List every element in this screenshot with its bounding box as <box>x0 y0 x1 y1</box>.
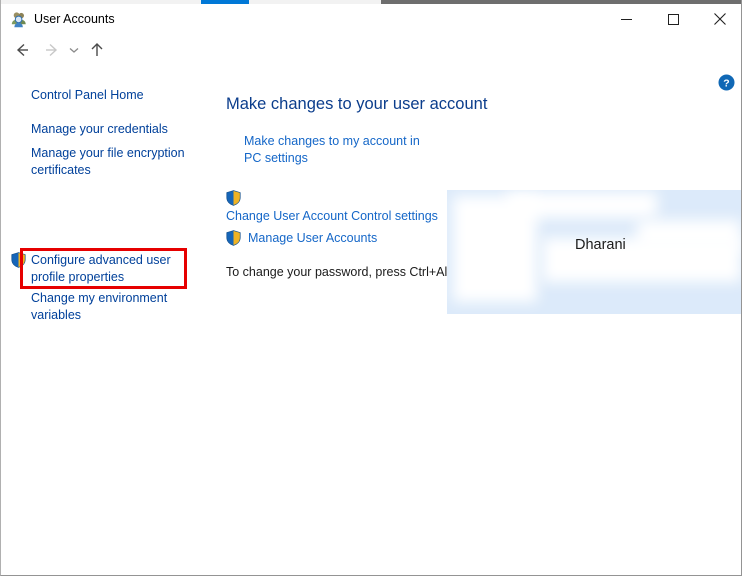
uac-shield-icon <box>226 190 241 206</box>
account-user-name: Dharani <box>575 237 626 253</box>
minimize-button[interactable] <box>603 4 649 34</box>
content-area: ? Control Panel Home Manage your credent… <box>2 67 742 575</box>
page-title: Make changes to your user account <box>226 95 487 114</box>
back-button[interactable] <box>9 36 35 64</box>
link-manage-user-accounts[interactable]: Manage User Accounts <box>248 231 377 245</box>
forward-button[interactable] <box>39 36 65 64</box>
sidebar-item-change-environment-variables[interactable]: Change my environment variables <box>31 290 191 324</box>
redaction-patch-wide <box>543 238 741 282</box>
forward-arrow-icon <box>43 41 61 59</box>
sidebar-item-control-panel-home[interactable]: Control Panel Home <box>31 87 191 104</box>
sidebar-item-configure-advanced-user-profile-properties[interactable]: Configure advanced user profile properti… <box>31 252 183 286</box>
up-arrow-icon <box>88 41 106 59</box>
up-button[interactable] <box>84 36 110 64</box>
link-make-changes-in-pc-settings[interactable]: Make changes to my account in PC setting… <box>244 133 430 167</box>
recent-locations-button[interactable] <box>64 36 84 64</box>
maximize-icon <box>668 14 679 25</box>
window-title: User Accounts <box>34 10 115 28</box>
title-bar[interactable]: User Accounts <box>1 4 742 33</box>
user-accounts-window: User Accounts <box>0 0 742 576</box>
recent-locations-chevron-icon <box>68 44 80 56</box>
back-arrow-icon <box>13 41 31 59</box>
sidebar: Control Panel Home Manage your credentia… <box>2 67 212 575</box>
uac-shield-icon <box>226 230 241 246</box>
navigation-bar: › Control Panel › All Control Panel Item… <box>1 33 742 67</box>
uac-shield-icon <box>11 252 26 268</box>
sidebar-item-file-encryption-certificates[interactable]: Manage your file encryption certificates <box>31 145 191 179</box>
sidebar-item-manage-credentials[interactable]: Manage your credentials <box>31 121 191 138</box>
redaction-patch-top <box>507 192 657 218</box>
close-button[interactable] <box>697 4 742 34</box>
link-change-user-account-control-settings[interactable]: Change User Account Control settings <box>226 209 438 223</box>
user-accounts-icon <box>11 11 28 28</box>
close-icon <box>714 13 726 25</box>
minimize-icon <box>621 14 632 25</box>
main-pane: Make changes to your user account Make c… <box>212 67 742 575</box>
account-tile: Dharani <box>447 190 742 314</box>
maximize-button[interactable] <box>650 4 696 34</box>
